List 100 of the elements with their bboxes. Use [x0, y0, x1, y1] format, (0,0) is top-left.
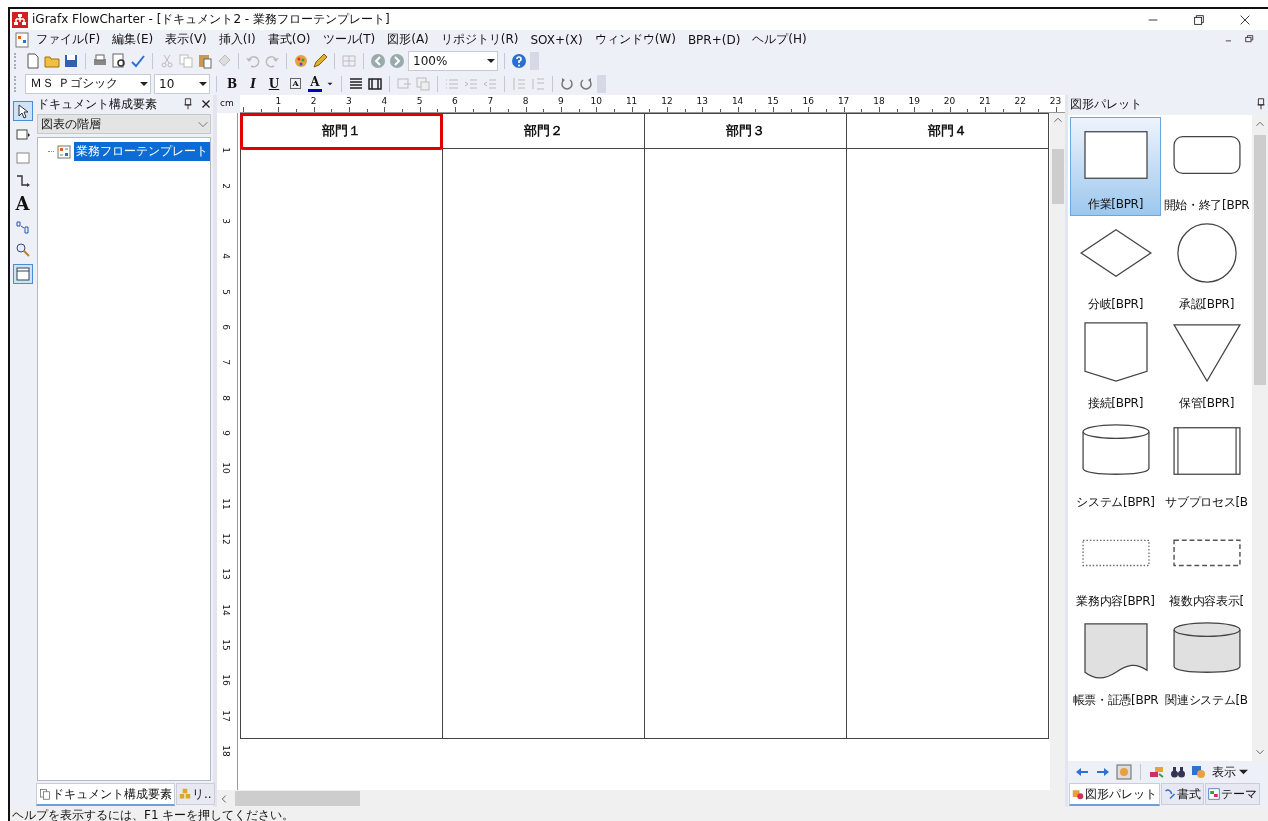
diagram-icon [56, 143, 72, 160]
underline-button[interactable]: U [265, 76, 283, 91]
lane-header: 部門３ [645, 114, 846, 149]
ruler-number: 13 [220, 568, 232, 581]
shape-tile[interactable]: 帳票・証憑[BPR [1070, 612, 1161, 711]
menu-item[interactable]: SOX+(X) [524, 32, 589, 47]
shape-tile[interactable]: 作業[BPR] [1070, 117, 1161, 216]
rotate-right-icon[interactable] [578, 75, 594, 92]
tree-item[interactable]: 業務フローテンプレート [74, 142, 210, 161]
ruler-number: 14 [220, 603, 232, 616]
ruler-number: 4 [380, 95, 389, 107]
menu-item[interactable]: 表示(V) [159, 31, 213, 48]
view-menu[interactable]: 表示 [1212, 763, 1248, 781]
ruler-number: 2 [309, 95, 318, 107]
menu-item[interactable]: 書式(O) [261, 31, 317, 48]
menu-item[interactable]: BPR+(D) [681, 32, 747, 47]
shape-tool-icon[interactable] [14, 127, 31, 143]
caret-icon [1239, 769, 1248, 775]
zoom-icon[interactable] [14, 242, 31, 258]
palette-tab[interactable]: テーマ [1205, 783, 1260, 805]
menu-item[interactable]: 挿入(I) [212, 31, 262, 48]
bold-button[interactable]: B [223, 76, 241, 91]
italic-button[interactable]: I [244, 76, 262, 91]
ruler-number: 4 [220, 252, 232, 262]
connector-icon[interactable] [14, 173, 31, 189]
small-text-button[interactable]: A [290, 78, 301, 89]
ruler-number: 20 [942, 95, 957, 107]
menu-item[interactable]: ヘルプ(H) [746, 31, 813, 48]
font-dropdown[interactable]: ＭＳ Ｐゴシック [25, 73, 151, 94]
panel-title: ドキュメント構成要素 [37, 95, 158, 113]
horizontal-scrollbar[interactable] [217, 790, 1065, 807]
shape-tile[interactable]: 関連システム[B [1161, 612, 1252, 711]
justify-icon[interactable] [367, 75, 383, 92]
ruler-number: 1 [220, 146, 232, 156]
shapes-icon[interactable] [1149, 764, 1165, 780]
palette-tab[interactable]: 図形パレット [1069, 783, 1160, 806]
rotate-left-icon[interactable] [559, 75, 575, 92]
text-tool[interactable]: A [15, 195, 30, 213]
help-icon[interactable] [511, 52, 527, 69]
window-title: iGrafx FlowCharter - [ドキュメント2 - 業務フローテンプレート] [32, 11, 391, 28]
menu-item[interactable]: ファイル(F) [30, 31, 107, 48]
pencil-icon[interactable] [312, 52, 328, 69]
menu-item[interactable]: リポジトリ(R) [434, 31, 525, 48]
ruler-number: 22 [1013, 95, 1027, 107]
ruler-number: 8 [220, 393, 232, 403]
menu-item[interactable]: 編集(E) [106, 31, 160, 48]
document-icon[interactable] [14, 31, 30, 48]
new-document-icon[interactable] [25, 52, 41, 69]
page-view-icon[interactable] [14, 266, 31, 282]
menu-item[interactable]: ウィンドウ(W) [588, 31, 682, 48]
save-icon[interactable] [63, 52, 79, 69]
panel-tab[interactable]: リ.. [176, 783, 215, 805]
shape-tile[interactable]: 保管[BPR] [1161, 315, 1252, 414]
ruler-number: 21 [978, 95, 992, 107]
binoculars-icon[interactable] [1170, 764, 1186, 780]
print-preview-icon[interactable] [111, 52, 127, 69]
ruler-number: 12 [660, 95, 674, 107]
ruler-number: 12 [220, 532, 232, 545]
vertical-scrollbar[interactable] [1252, 115, 1268, 761]
view-dropdown[interactable]: 図表の階層 [37, 114, 211, 134]
ruler-number: 17 [220, 709, 232, 722]
shape-tile[interactable]: 分岐[BPR] [1070, 216, 1161, 315]
align-icon[interactable] [348, 75, 364, 92]
lane-header: 部門２ [443, 114, 644, 149]
ruler-number: 13 [695, 95, 709, 107]
scroll-thumb[interactable] [235, 791, 360, 806]
vertical-scrollbar[interactable] [1050, 113, 1065, 790]
ruler-number: 11 [220, 497, 232, 510]
shape-tile[interactable]: 承認[BPR] [1161, 216, 1252, 315]
scroll-thumb[interactable] [1051, 149, 1064, 204]
pages-icon [39, 788, 51, 800]
panel-title: 図形パレット [1070, 95, 1143, 113]
ruler-number: 2 [220, 181, 232, 191]
menu-item[interactable]: ツール(T) [316, 31, 382, 48]
theme-icon [1208, 788, 1220, 800]
scroll-thumb[interactable] [1254, 135, 1266, 385]
shape-tile[interactable]: 業務内容[BPR] [1070, 513, 1161, 612]
shape-tile[interactable]: サブプロセス[B [1161, 414, 1252, 513]
shape-tile[interactable]: システム[BPR] [1070, 414, 1161, 513]
ruler-number: 15 [220, 638, 232, 651]
ruler-number: 3 [345, 95, 353, 107]
palette-tab[interactable]: 書式 [1161, 783, 1204, 805]
font-size-dropdown[interactable]: 10 [154, 73, 210, 94]
ruler-number: 6 [220, 323, 232, 332]
font-color-button[interactable]: A [308, 75, 322, 92]
lane-header: 部門４ [847, 114, 1048, 149]
zoom-dropdown[interactable]: 100% [408, 50, 498, 71]
shape-tile[interactable]: 複数内容表示[ [1161, 513, 1252, 612]
ruler-number: 23 [1048, 95, 1063, 107]
menu-item[interactable]: 図形(A) [381, 31, 435, 48]
boxes-icon [179, 788, 191, 800]
shape-tile[interactable]: 開始・終了[BPR [1161, 117, 1252, 216]
ruler-number: 16 [801, 95, 815, 107]
library-icon[interactable] [1191, 764, 1207, 780]
palette-icon[interactable] [293, 52, 309, 69]
panel-tab[interactable]: ドキュメント構成要素 [36, 783, 175, 806]
ruler-number: 9 [220, 429, 232, 438]
shape-tile[interactable]: 接続[BPR] [1070, 315, 1161, 414]
restore-icon[interactable] [1192, 12, 1206, 27]
paste-icon[interactable] [197, 52, 213, 69]
